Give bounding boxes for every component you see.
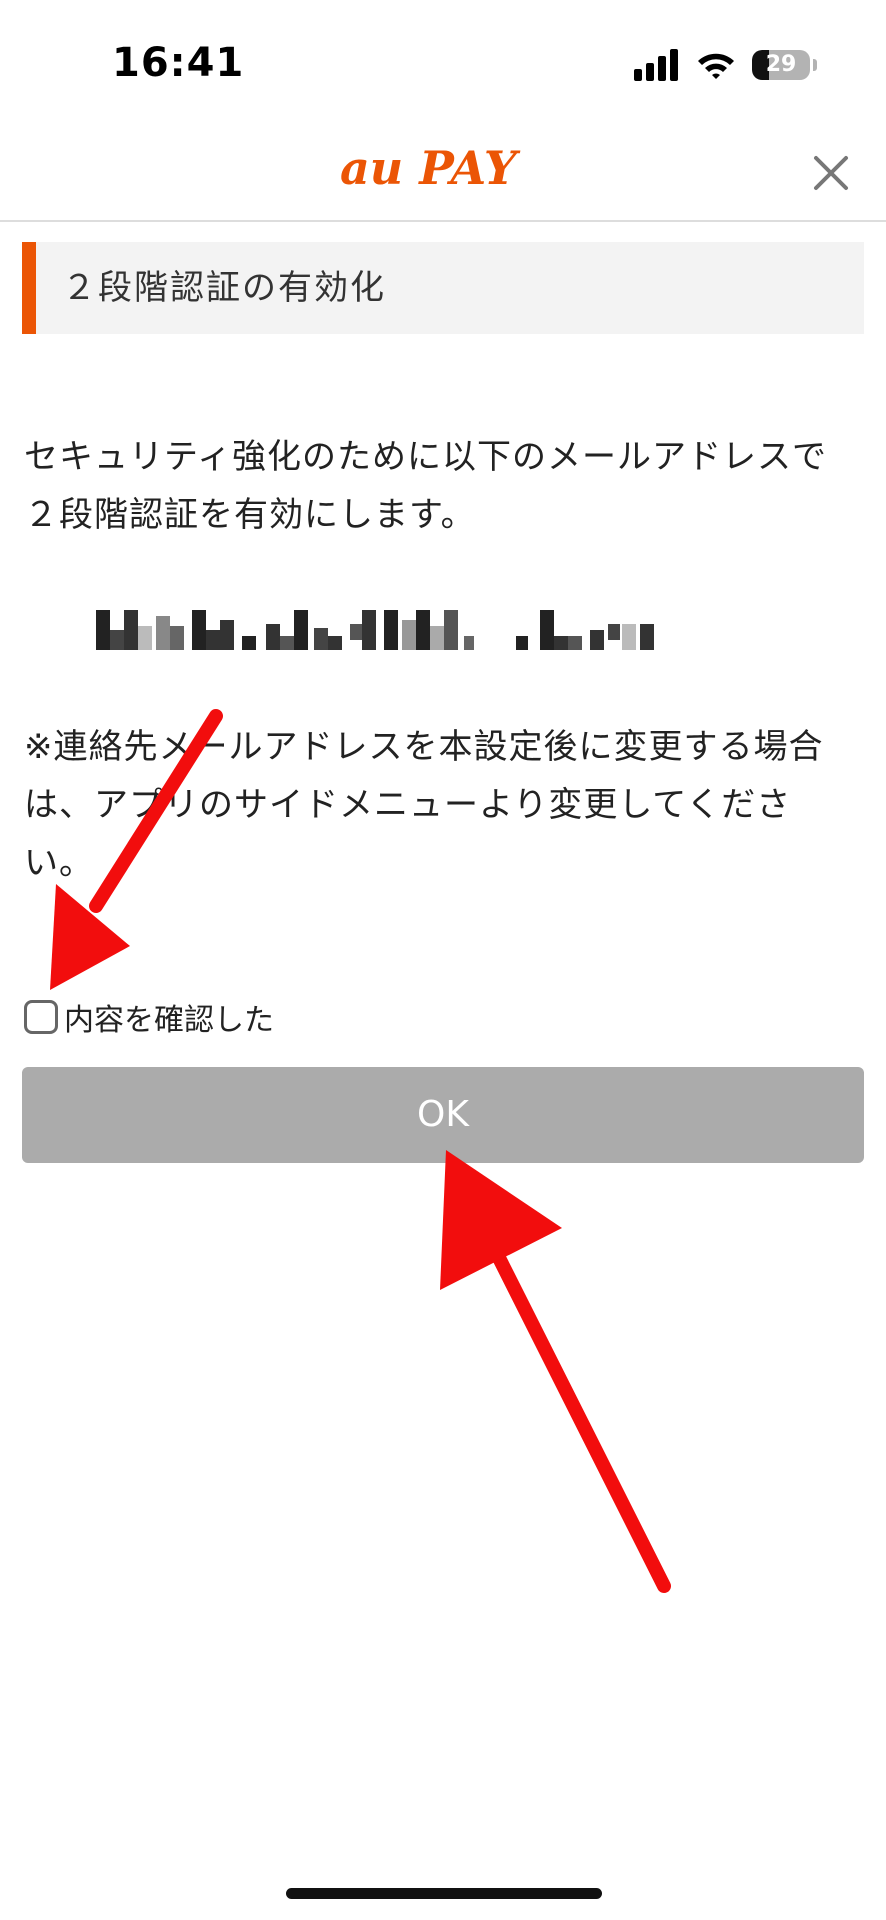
au-pay-logo: au PAY bbox=[340, 144, 521, 194]
battery-percentage: 29 bbox=[765, 52, 797, 77]
logo-text: au PAY bbox=[340, 144, 521, 194]
section-accent-bar bbox=[22, 242, 36, 334]
intro-line-2: ２段階認証を有効にします。 bbox=[24, 495, 476, 535]
masked-email-address bbox=[96, 610, 654, 650]
intro-text: セキュリティ強化のために以下のメールアドレスで ２段階認証を有効にします。 bbox=[24, 428, 864, 544]
home-indicator bbox=[286, 1888, 602, 1899]
status-time: 16:41 bbox=[112, 40, 245, 86]
app-header: au PAY bbox=[0, 120, 886, 222]
confirm-checkbox-row[interactable]: 内容を確認した bbox=[24, 995, 274, 1039]
status-bar: 16:41 29 bbox=[0, 0, 886, 120]
intro-line-1: セキュリティ強化のために以下のメールアドレスで bbox=[24, 437, 827, 477]
note-line-3: い。 bbox=[24, 843, 94, 883]
status-icons: 29 bbox=[634, 48, 817, 82]
confirm-checkbox[interactable] bbox=[24, 1000, 58, 1034]
note-text: ※連絡先メールアドレスを本設定後に変更する場合 は、アプリのサイドメニューより変… bbox=[24, 718, 864, 892]
arrow-to-ok-button bbox=[440, 1150, 671, 1593]
note-line-1: ※連絡先メールアドレスを本設定後に変更する場合 bbox=[24, 727, 824, 767]
section-heading: ２段階認証の有効化 bbox=[22, 242, 864, 334]
confirm-label: 内容を確認した bbox=[64, 1003, 274, 1038]
ok-button[interactable]: OK bbox=[22, 1067, 864, 1163]
note-line-2: は、アプリのサイドメニューより変更してくださ bbox=[24, 785, 792, 825]
section-title: ２段階認証の有効化 bbox=[62, 268, 386, 308]
signal-icon bbox=[634, 49, 678, 81]
battery-icon: 29 bbox=[752, 50, 810, 80]
wifi-icon bbox=[698, 53, 734, 79]
battery-cap bbox=[813, 59, 817, 71]
close-button[interactable] bbox=[806, 148, 856, 198]
